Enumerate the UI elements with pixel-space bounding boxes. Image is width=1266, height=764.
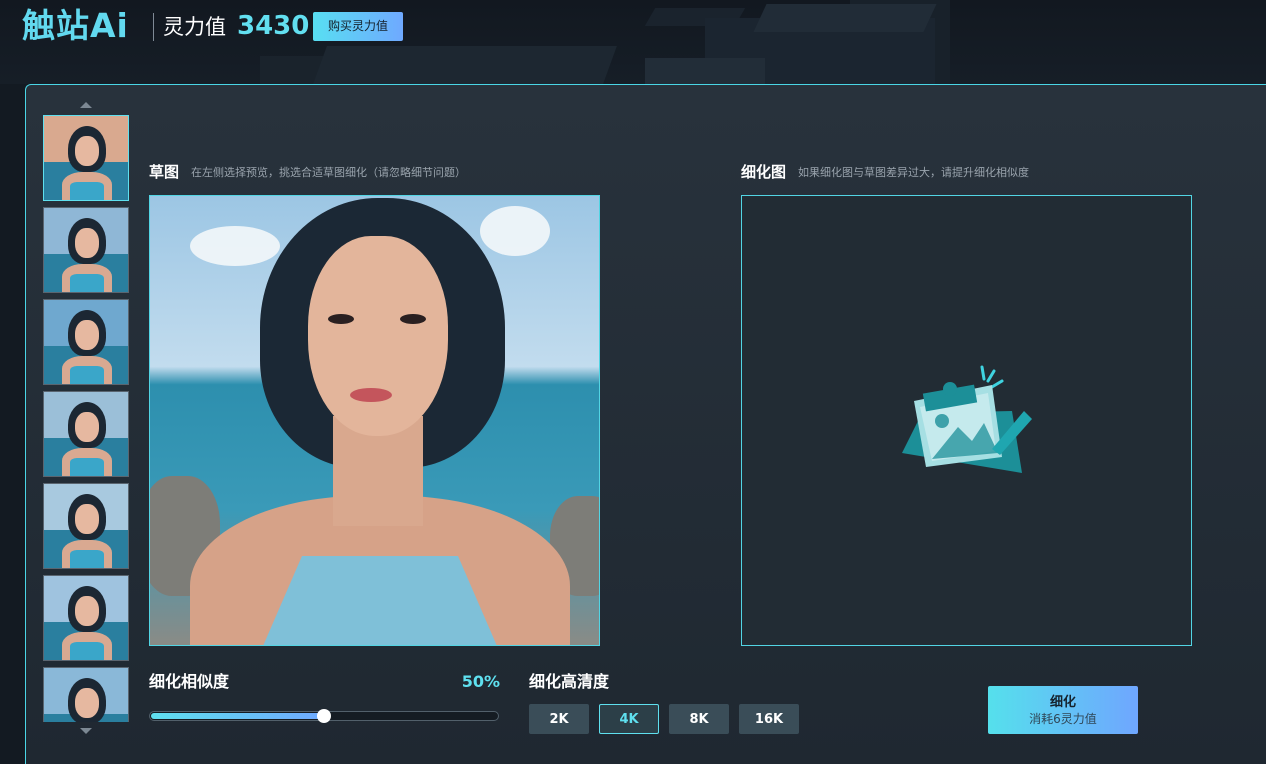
- thumbnail-top: [70, 642, 104, 660]
- header-divider: [153, 13, 154, 41]
- cloud: [480, 206, 550, 256]
- refine-button[interactable]: 细化 消耗6灵力值: [988, 686, 1138, 734]
- cloud: [190, 226, 280, 266]
- figure-eye: [400, 314, 426, 324]
- scroll-down-arrow-icon[interactable]: [80, 728, 92, 734]
- thumbnail-list[interactable]: [43, 115, 129, 722]
- thumbnail-item[interactable]: [43, 483, 129, 569]
- thumbnail-top: [70, 550, 104, 568]
- thumbnail-top: [70, 458, 104, 476]
- image-placeholder-icon: [902, 365, 1032, 473]
- thumbnail-face: [75, 228, 99, 258]
- resolution-2k-button[interactable]: 2K: [529, 704, 589, 734]
- refine-button-cost: 消耗6灵力值: [1029, 712, 1097, 726]
- thumbnail-item[interactable]: [43, 115, 129, 201]
- thumbnail-face: [75, 688, 99, 718]
- thumbnail-face: [75, 320, 99, 350]
- figure-face: [308, 236, 448, 436]
- scroll-up-arrow-icon[interactable]: [80, 102, 92, 108]
- similarity-slider-fill: [151, 713, 324, 719]
- thumbnail-item[interactable]: [43, 391, 129, 477]
- refined-preview-area: [741, 195, 1192, 646]
- resolution-label: 细化高清度: [529, 672, 610, 691]
- thumbnail-item[interactable]: [43, 299, 129, 385]
- background-decoration: [753, 4, 937, 32]
- background-decoration: [645, 58, 765, 84]
- refined-hint: 如果细化图与草图差异过大，请提升细化相似度: [798, 166, 1029, 179]
- thumbnail-face: [75, 596, 99, 626]
- sketch-preview-image: [149, 195, 600, 646]
- resolution-4k-button[interactable]: 4K: [599, 704, 659, 734]
- resolution-8k-button[interactable]: 8K: [669, 704, 729, 734]
- refine-button-label: 细化: [1049, 695, 1076, 710]
- power-label: 灵力值: [163, 15, 226, 39]
- thumbnail-face: [75, 136, 99, 166]
- sketch-hint: 在左侧选择预览，挑选合适草图细化（请忽略细节问题）: [191, 166, 466, 179]
- thumbnail-item[interactable]: [43, 207, 129, 293]
- figure-lips: [350, 388, 392, 402]
- similarity-value: 50%: [461, 672, 500, 691]
- thumbnail-top: [70, 182, 104, 200]
- thumbnail-top: [70, 366, 104, 384]
- figure-eye: [328, 314, 354, 324]
- thumbnail-top: [70, 274, 104, 292]
- similarity-slider-thumb[interactable]: [317, 709, 331, 723]
- sketch-title: 草图: [149, 163, 180, 181]
- thumbnail-item[interactable]: [43, 575, 129, 661]
- refined-title: 细化图: [741, 163, 787, 181]
- background-decoration: [313, 46, 617, 84]
- similarity-label: 细化相似度: [149, 672, 230, 691]
- resolution-16k-button[interactable]: 16K: [739, 704, 799, 734]
- power-value: 3430: [237, 11, 310, 41]
- thumbnail-item[interactable]: [43, 667, 129, 722]
- buy-power-button[interactable]: 购买灵力值: [313, 12, 403, 41]
- thumbnail-face: [75, 504, 99, 534]
- thumbnail-face: [75, 412, 99, 442]
- app-logo[interactable]: 触站Ai: [22, 6, 129, 46]
